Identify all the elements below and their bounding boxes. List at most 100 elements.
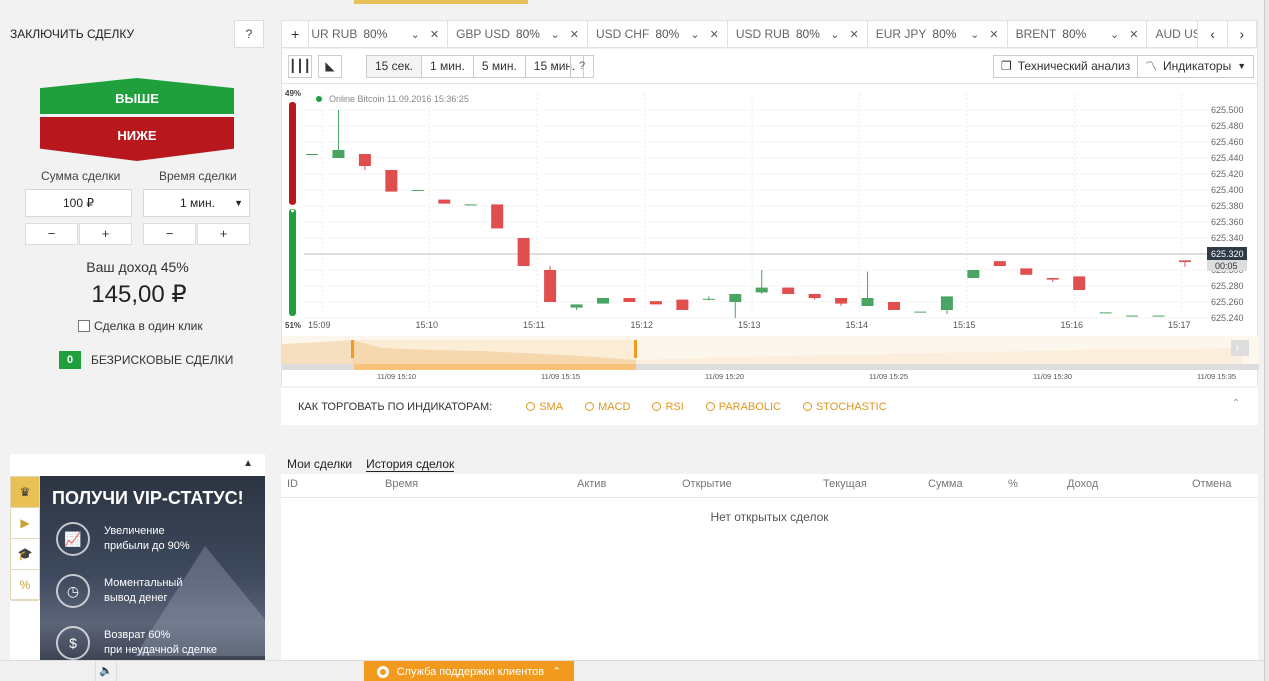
chevron-right-icon[interactable]: › <box>1235 341 1240 355</box>
asset-pair: AUD US <box>1155 27 1199 41</box>
chart-navigator[interactable]: › 11/09 15:10 11/09 15:15 11/09 15:20 11/09 … <box>281 336 1259 386</box>
tabs-prev-button[interactable]: ‹ <box>1198 21 1228 47</box>
time-plus-button[interactable]: + <box>197 223 250 245</box>
navigator-handle-right[interactable] <box>634 340 637 358</box>
chevron-down-icon[interactable]: ⌄ <box>970 28 979 41</box>
navigator-handle-left[interactable] <box>351 340 354 358</box>
navigator-svg[interactable]: › 11/09 15:10 11/09 15:15 11/09 15:20 11/09 … <box>282 336 1259 386</box>
technical-analysis-label: Технический анализ <box>1017 59 1131 73</box>
timeframe-5m[interactable]: 5 мин. <box>473 55 526 78</box>
asset-tab[interactable]: GBP USD 80% ⌄ ✕ <box>448 21 588 47</box>
crown-icon[interactable]: ♛ <box>11 477 39 508</box>
chevron-down-icon[interactable]: ⌄ <box>830 28 839 41</box>
amount-minus-button[interactable]: − <box>25 223 78 245</box>
vip-benefit-line2: прибыли до 90% <box>104 540 190 552</box>
guide-rsi-link[interactable]: RSI <box>652 401 684 413</box>
tabs-next-button[interactable]: › <box>1228 21 1257 47</box>
close-icon[interactable]: ✕ <box>1129 28 1138 41</box>
chevron-down-icon[interactable]: ⌄ <box>551 28 560 41</box>
amount-input[interactable]: 100 ₽ <box>25 189 132 217</box>
time-select[interactable]: 1 мин. ▼ <box>143 189 250 217</box>
chart-title: Online Bitcoin 11.09.2016 15:36:25 <box>329 94 469 104</box>
guide-macd-link[interactable]: MACD <box>585 401 630 413</box>
vip-benefit-line2: при неудачной сделке <box>104 644 218 656</box>
speaker-icon[interactable]: 🔈 <box>95 661 117 681</box>
candle-body <box>808 294 821 298</box>
price-chart[interactable]: 49% 51% 625.500 625.480 625.460 625.440 625.42… <box>281 84 1258 336</box>
play-icon[interactable]: ▶ <box>11 508 39 539</box>
income-value: 145,00 ₽ <box>91 281 187 308</box>
navigator-scroll-right[interactable] <box>1231 340 1249 356</box>
add-asset-tab-button[interactable]: + <box>282 21 310 47</box>
col-current: Текущая <box>823 478 867 490</box>
deal-help-button[interactable]: ? <box>234 20 264 48</box>
riskfree-label: БЕЗРИСКОВЫЕ СДЕЛКИ <box>91 353 234 367</box>
graduation-cap-icon[interactable]: 🎓 <box>11 539 39 570</box>
close-icon[interactable]: ✕ <box>989 28 998 41</box>
chevron-down-icon[interactable]: ⌄ <box>690 28 699 41</box>
riskfree-deals-link[interactable]: 0 БЕЗРИСКОВЫЕ СДЕЛКИ <box>59 351 233 369</box>
guide-stochastic-link[interactable]: STOCHASTIC <box>802 401 887 413</box>
timeframe-15s[interactable]: 15 сек. <box>366 55 422 78</box>
put-down-button[interactable]: НИЖЕ <box>40 117 234 161</box>
x-tick-label: 15:12 <box>631 320 654 330</box>
asset-pair: BRENT <box>1015 27 1057 41</box>
col-asset: Актив <box>577 478 607 490</box>
asset-tab[interactable]: AUD US <box>1147 21 1199 47</box>
chevron-down-icon[interactable]: ⌄ <box>411 28 420 41</box>
navigator-scrollbar-thumb[interactable] <box>354 364 636 370</box>
close-icon[interactable]: ✕ <box>710 28 719 41</box>
sentiment-down-pct: 51% <box>285 321 301 330</box>
sentiment-up-bar <box>289 208 296 316</box>
asset-payout: 80% <box>1062 27 1087 41</box>
candles-chart-icon[interactable]: ┃┃┃ <box>288 55 312 78</box>
chevron-up-icon[interactable]: ▲ <box>243 458 253 469</box>
time-select-value: 1 мин. <box>180 196 215 210</box>
area-chart-icon[interactable]: ◣ <box>318 55 342 78</box>
guide-parabolic-link[interactable]: PARABOLIC <box>705 401 781 413</box>
call-up-button[interactable]: ВЫШЕ <box>40 78 234 114</box>
asset-tab[interactable]: EUR JPY 80% ⌄ ✕ <box>868 21 1008 47</box>
indicators-dropdown[interactable]: 〽 Индикаторы ▼ <box>1137 55 1255 78</box>
navigator-selection[interactable] <box>352 340 636 364</box>
asset-pair: EUR JPY <box>875 27 927 41</box>
play-circle-icon <box>526 402 536 411</box>
asset-tab[interactable]: USD RUB 80% ⌄ ✕ <box>728 21 868 47</box>
timeframe-1m[interactable]: 1 мин. <box>421 55 474 78</box>
one-click-toggle[interactable]: Сделка в один клик <box>78 319 203 333</box>
technical-analysis-button[interactable]: ❐ Технический анализ <box>993 55 1139 78</box>
navigator-label: 11/09 15:10 <box>377 372 416 381</box>
chevron-down-icon[interactable]: ⌄ <box>1110 28 1119 41</box>
vip-benefit-line2: вывод денег <box>104 592 168 604</box>
candle-body <box>914 311 927 313</box>
chart-toolbar: ┃┃┃ ◣ 15 сек. 1 мин. 5 мин. 15 мин. ? ❐ … <box>281 49 1258 84</box>
asset-tab[interactable]: UR RUB 80% ⌄ ✕ <box>309 21 449 47</box>
asset-tab[interactable]: USD CHF 80% ⌄ ✕ <box>588 21 728 47</box>
time-minus-button[interactable]: − <box>143 223 196 245</box>
tab-deal-history[interactable]: История сделок <box>366 457 455 472</box>
chevron-up-icon[interactable]: ⌃ <box>1232 398 1240 409</box>
candle-body <box>385 170 398 192</box>
y-tick-label: 625.380 <box>1211 201 1244 211</box>
one-click-checkbox[interactable] <box>78 320 90 332</box>
y-tick-label: 625.440 <box>1211 153 1244 163</box>
guide-sma-link[interactable]: SMA <box>526 401 563 413</box>
support-button[interactable]: Служба поддержки клиентов ⌃ <box>364 661 574 681</box>
percent-icon[interactable]: % <box>11 570 39 601</box>
tab-my-deals[interactable]: Мои сделки <box>287 457 352 472</box>
close-icon[interactable]: ✕ <box>430 28 439 41</box>
vip-benefit-line1: Возврат 60% <box>104 629 171 641</box>
close-icon[interactable]: ✕ <box>850 28 859 41</box>
asset-tab[interactable]: BRENT 80% ⌄ ✕ <box>1008 21 1148 47</box>
candle-body <box>676 299 689 310</box>
candle-body <box>1152 315 1165 317</box>
live-dot-icon <box>316 96 322 102</box>
amount-plus-button[interactable]: + <box>79 223 132 245</box>
deals-table: ID Время Актив Открытие Текущая Сумма % … <box>281 474 1258 660</box>
asset-payout: 80% <box>363 27 388 41</box>
vip-banner[interactable]: ПОЛУЧИ VIP-СТАТУС! 📈 Увеличение прибыли д… <box>40 476 265 660</box>
candlestick-chart[interactable]: 49% 51% 625.500 625.480 625.460 625.440 625.42… <box>282 84 1259 336</box>
close-icon[interactable]: ✕ <box>570 28 579 41</box>
timeframe-help-button[interactable]: ? <box>570 55 594 78</box>
asset-pair: GBP USD <box>456 27 510 41</box>
